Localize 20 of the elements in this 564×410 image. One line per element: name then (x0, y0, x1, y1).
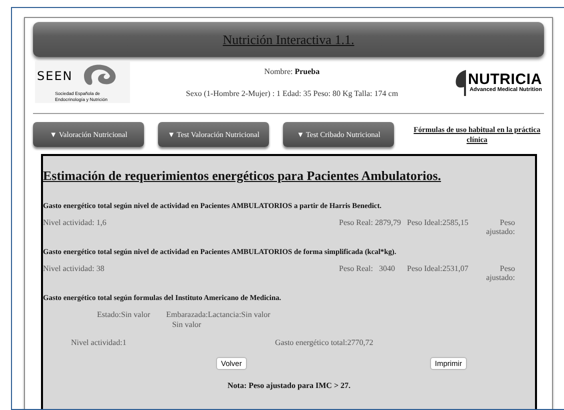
activity-level: Nivel actividad:1 (71, 338, 128, 347)
pregnancy-value: Sin valor (171, 320, 202, 329)
adjusted-weight-label: Peso ajustado: (485, 218, 515, 236)
ideal-weight-value: Peso Ideal:2585,15 (407, 218, 470, 227)
note-text: Nota: Peso ajustado para IMC > 27. (226, 381, 352, 390)
status-value: Estado:Sin valor (97, 310, 150, 321)
patient-name: Nombre: Prueba (264, 66, 320, 76)
logo-text: NUTRICIA (468, 72, 542, 86)
activity-level: Nivel actividad: 38 (43, 264, 106, 273)
real-weight-value: Peso Real: 2879,79 (339, 218, 402, 227)
adjusted-weight-label: Peso ajustado: (485, 264, 515, 282)
real-weight-value: Peso Real: 3040 (339, 264, 396, 273)
crest-icon (454, 68, 468, 96)
total-energy-value: Gasto energético total:2770,72 (275, 338, 374, 347)
pregnancy-lactation-value: Embarazada:Lactancia:Sin valor (166, 310, 270, 319)
ideal-weight-value: Peso Ideal:2531,07 (407, 264, 470, 273)
patient-details: Sexo (1-Hombre 2-Mujer) : 1 Edad: 35 Peso: 80 Kg Talla: 174 cm (186, 88, 398, 98)
activity-level: Nivel actividad: 1,6 (43, 218, 108, 227)
logo-text: SEEN (36, 68, 74, 83)
section-heading: Estimación de requerimientos energéticos para Pacientes Ambulatorios. (43, 168, 442, 184)
